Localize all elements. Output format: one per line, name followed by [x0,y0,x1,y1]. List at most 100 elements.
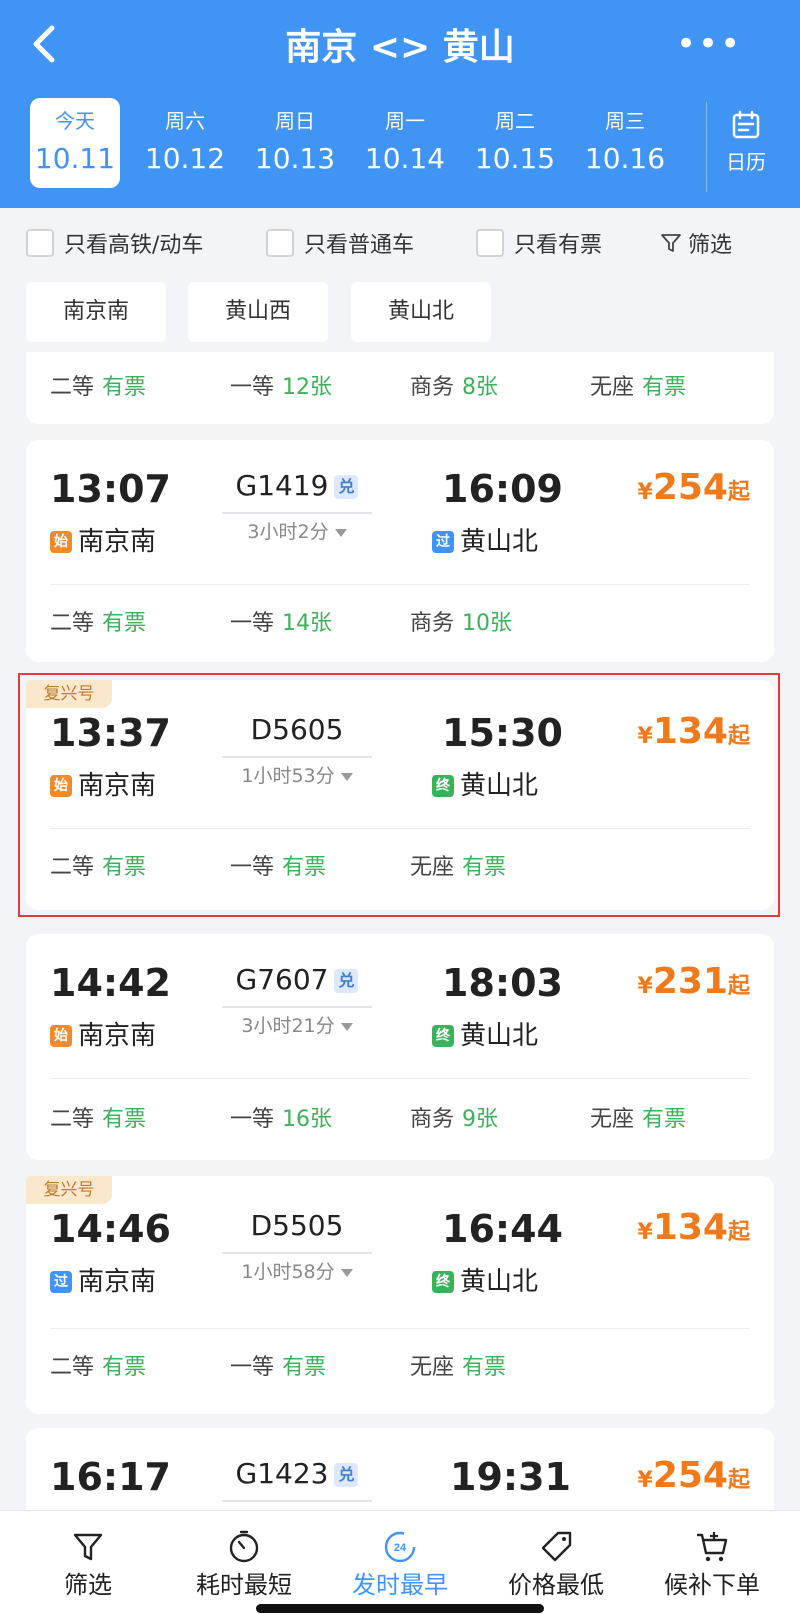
date-tab-2[interactable]: 周日 10.13 [250,98,340,188]
seat-info: 二等 有票 [50,368,146,408]
exchange-badge: 兑 [334,475,359,499]
nav-waitlist[interactable]: 候补下单 [632,1511,792,1614]
arrival-time: 19:31 [450,1455,571,1499]
currency: ¥ [637,1468,653,1493]
dropdown-caret-icon [340,1268,353,1277]
date-tab-0[interactable]: 今天 10.11 [30,98,120,188]
station-name: 黄山北 [460,1021,539,1051]
seat-info: 二等 有票 [50,604,146,644]
seat-availability: 有票 [282,1355,327,1380]
date-tab-1[interactable]: 周六 10.12 [140,98,230,188]
price: ¥231起 [638,960,750,1010]
date-value: 10.16 [584,142,666,175]
end-tag: 终 [432,1025,454,1047]
train-number-text: D5505 [250,1209,344,1242]
checkbox-label: 只看高铁/动车 [64,233,204,258]
date-value: 10.12 [144,142,226,175]
seat-info: 一等 12张 [230,368,332,408]
bottom-nav: 筛选 耗时最短 24 发时最早 价格最低 候补下单 [0,1510,800,1614]
date-value: 10.14 [364,142,446,175]
price-value: 254 [652,1455,728,1496]
train-number-text: G1423 [235,1457,329,1490]
seat-type: 一等 [230,375,275,400]
price-tag-icon [541,1531,572,1562]
arrival-station: 过黄山北 [432,524,538,560]
departure-station: 过南京南 [50,1264,156,1300]
currency: ¥ [637,480,653,505]
price-suffix: 起 [727,1220,750,1245]
train-number: D5505 [222,1206,372,1246]
date-weekday: 周三 [605,109,645,133]
seat-info: 商务 9张 [410,1100,498,1140]
nav-earliest[interactable]: 24 发时最早 [320,1511,480,1614]
normal-train-checkbox[interactable]: 只看普通车 [266,228,414,258]
seat-availability: 12张 [282,375,333,400]
date-weekday: 今天 [55,109,95,133]
nav-label: 发时最早 [352,1571,448,1599]
price-value: 254 [652,467,728,508]
start-tag: 始 [50,531,72,553]
seat-availability: 9张 [462,1107,499,1132]
arrival-time: 16:44 [442,1207,563,1251]
duration[interactable]: 1小时58分 [222,1258,372,1286]
date-weekday: 周一 [385,109,425,133]
nav-label: 候补下单 [664,1571,760,1599]
header: 南京 <> 黄山 ••• 今天 10.11 周六 10.12 周日 10.13 … [0,0,800,208]
price-suffix: 起 [727,1468,750,1493]
high-speed-checkbox[interactable]: 只看高铁/动车 [26,228,203,258]
pass-tag: 过 [50,1271,72,1293]
exchange-badge: 兑 [334,1463,359,1487]
date-weekday: 周二 [495,109,535,133]
duration[interactable]: 3小时2分 [222,518,372,546]
train-card[interactable]: 13:07 始南京南 G1419 兑 3小时2分 16:09 过黄山北 ¥254起… [26,440,774,662]
route-line [222,1252,372,1254]
station-name: 黄山北 [460,527,539,557]
duration[interactable]: 3小时21分 [222,1012,372,1040]
station-chip[interactable]: 黄山西 [188,282,328,342]
departure-time: 13:07 [50,467,171,511]
available-only-checkbox[interactable]: 只看有票 [476,228,602,258]
end-tag: 终 [432,1271,454,1293]
date-weekday: 周日 [275,109,315,133]
train-card[interactable]: 复兴号 14:46 过南京南 D5505 1小时58分 16:44 终黄山北 ¥… [26,1176,774,1414]
seat-info: 无座 有票 [590,368,686,408]
train-card-partial[interactable]: 二等 有票 一等 12张 商务 8张 无座 有票 [26,352,774,424]
station-chips: 南京南 黄山西 黄山北 [26,282,786,342]
seat-availability: 有票 [642,1107,687,1132]
train-number: G1423 兑 [222,1454,372,1494]
date-selector: 今天 10.11 周六 10.12 周日 10.13 周一 10.14 周二 1… [30,98,710,188]
checkbox-label: 只看普通车 [304,233,415,258]
seat-row: 二等 有票 一等 有票 无座 有票 [50,1348,750,1388]
date-weekday: 周六 [165,109,205,133]
arrival-time: 16:09 [442,467,563,511]
duration-text: 1小时58分 [241,1261,335,1283]
train-card[interactable]: 14:42 始南京南 G7607 兑 3小时21分 18:03 终黄山北 ¥231… [26,934,774,1160]
nav-shortest[interactable]: 耗时最短 [164,1511,324,1614]
filter-button[interactable]: 筛选 [660,228,732,258]
date-tab-5[interactable]: 周三 10.16 [580,98,670,188]
train-number: G7607 兑 [222,960,372,1000]
fuxing-badge: 复兴号 [26,1176,112,1204]
seat-type: 二等 [50,1355,95,1380]
date-tab-3[interactable]: 周一 10.14 [360,98,450,188]
seat-info: 商务 8张 [410,368,498,408]
date-tab-4[interactable]: 周二 10.15 [470,98,560,188]
duration-text: 3小时21分 [241,1015,335,1037]
nav-cheapest[interactable]: 价格最低 [476,1511,636,1614]
calendar-button[interactable]: 日历 [706,102,785,192]
currency: ¥ [637,1220,653,1245]
more-icon[interactable]: ••• [676,22,740,74]
seat-info: 一等 有票 [230,1348,326,1388]
seat-row: 二等 有票 一等 12张 商务 8张 无座 有票 [50,368,750,408]
station-chip[interactable]: 南京南 [26,282,166,342]
seat-type: 一等 [230,1107,275,1132]
station-chip[interactable]: 黄山北 [351,282,491,342]
route-line [222,1500,372,1502]
seat-row: 二等 有票 一等 16张 商务 9张 无座 有票 [50,1100,750,1140]
clock-24-icon: 24 [384,1531,416,1563]
seat-type: 二等 [50,611,95,636]
seat-type: 商务 [410,375,455,400]
nav-filter[interactable]: 筛选 [8,1511,168,1614]
seat-info: 一等 16张 [230,1100,332,1140]
price: ¥134起 [638,1206,750,1256]
